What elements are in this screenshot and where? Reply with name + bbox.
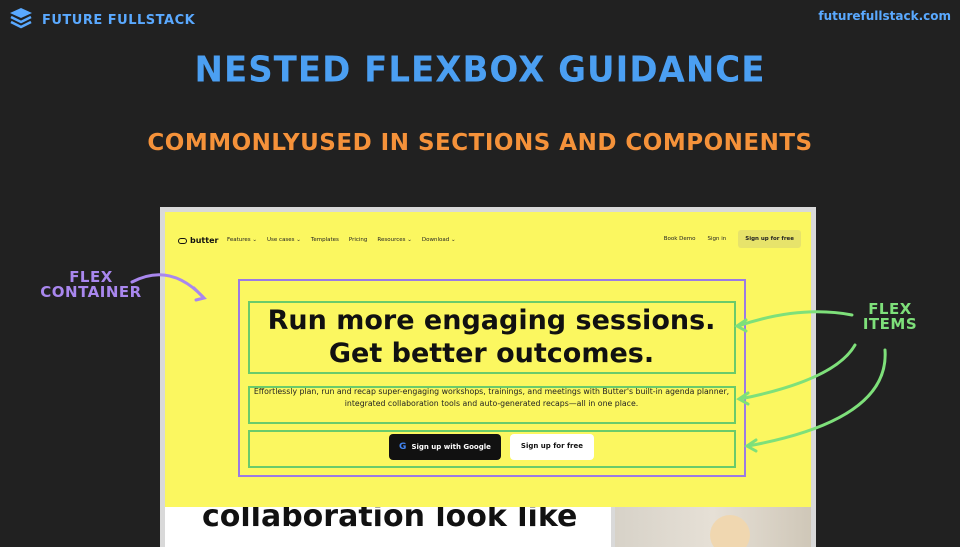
below-fold-heading: collaboration look like [202,507,578,534]
hero-headline: Run more engaging sessions. Get better o… [249,304,734,370]
nav-links: Features ⌄ Use cases ⌄ Templates Pricing… [227,237,456,243]
nav-link-resources[interactable]: Resources ⌄ [377,237,411,243]
nav-signup-button[interactable]: Sign up for free [738,230,801,248]
hero-description: Effortlessly plan, run and recap super-e… [253,387,730,408]
site-logo-text: butter [190,236,219,245]
book-demo-link[interactable]: Book Demo [664,236,696,242]
brand: FUTURE FULLSTACK [8,6,195,34]
google-signup-button[interactable]: G Sign up with Google [389,434,501,460]
slide-subtitle: COMMONLYUSED IN SECTIONS AND COMPONENTS [147,130,813,156]
free-signup-button[interactable]: Sign up for free [509,434,594,460]
hero-headline-line1: Run more engaging sessions. [267,305,716,336]
site-url[interactable]: futurefullstack.com [818,9,951,23]
nav-link-download[interactable]: Download ⌄ [422,237,456,243]
flex-container-label: FLEX CONTAINER [40,268,142,301]
stack-layers-icon [8,6,34,34]
hero-buttons: G Sign up with Google Sign up for free [249,434,734,460]
website-screenshot: butter Features ⌄ Use cases ⌄ Templates … [160,207,816,547]
brand-name: FUTURE FULLSTACK [42,12,196,28]
below-fold-section: collaboration look like [165,507,611,547]
slide-title: NESTED FLEXBOX GUIDANCE [194,49,766,91]
nav-link-templates[interactable]: Templates [311,237,339,243]
nav-link-use-cases[interactable]: Use cases ⌄ [267,237,301,243]
site-nav: butter Features ⌄ Use cases ⌄ Templates … [165,212,811,262]
person-head [710,515,750,547]
nav-link-pricing[interactable]: Pricing [349,237,368,243]
sign-in-link[interactable]: Sign in [707,236,726,242]
google-signup-label: Sign up with Google [411,443,491,451]
nav-link-features[interactable]: Features ⌄ [227,237,257,243]
person-photo [615,507,811,547]
nav-right: Book Demo Sign in Sign up for free [664,230,801,248]
hero-section: butter Features ⌄ Use cases ⌄ Templates … [165,212,811,507]
site-logo[interactable]: butter [178,236,218,245]
flex-items-label: FLEX ITEMS [862,300,918,333]
google-icon: G [399,442,407,452]
butter-logo-icon [178,237,187,244]
hero-headline-line2: Get better outcomes. [328,338,655,369]
